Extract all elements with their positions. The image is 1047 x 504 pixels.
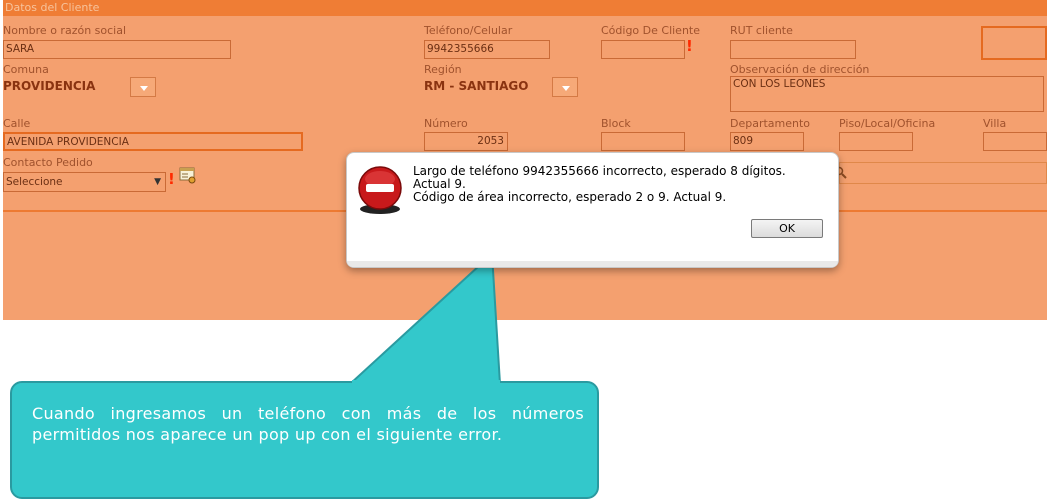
error-dialog: Largo de teléfono 9942355666 incorrecto,… [346, 152, 839, 268]
annotation-callout: Cuando ingresamos un teléfono con más de… [10, 381, 599, 499]
error-message: Largo de teléfono 9942355666 incorrecto,… [413, 165, 833, 204]
error-line-3: Código de área incorrecto, esperado 2 o … [413, 190, 727, 204]
dialog-footer [347, 261, 838, 267]
ok-button[interactable]: OK [751, 219, 823, 238]
callout-text: Cuando ingresamos un teléfono con más de… [32, 404, 584, 444]
callout-pointer-joint [352, 380, 500, 388]
error-line-1: Largo de teléfono 9942355666 incorrecto,… [413, 164, 786, 178]
stop-error-icon [358, 166, 402, 214]
